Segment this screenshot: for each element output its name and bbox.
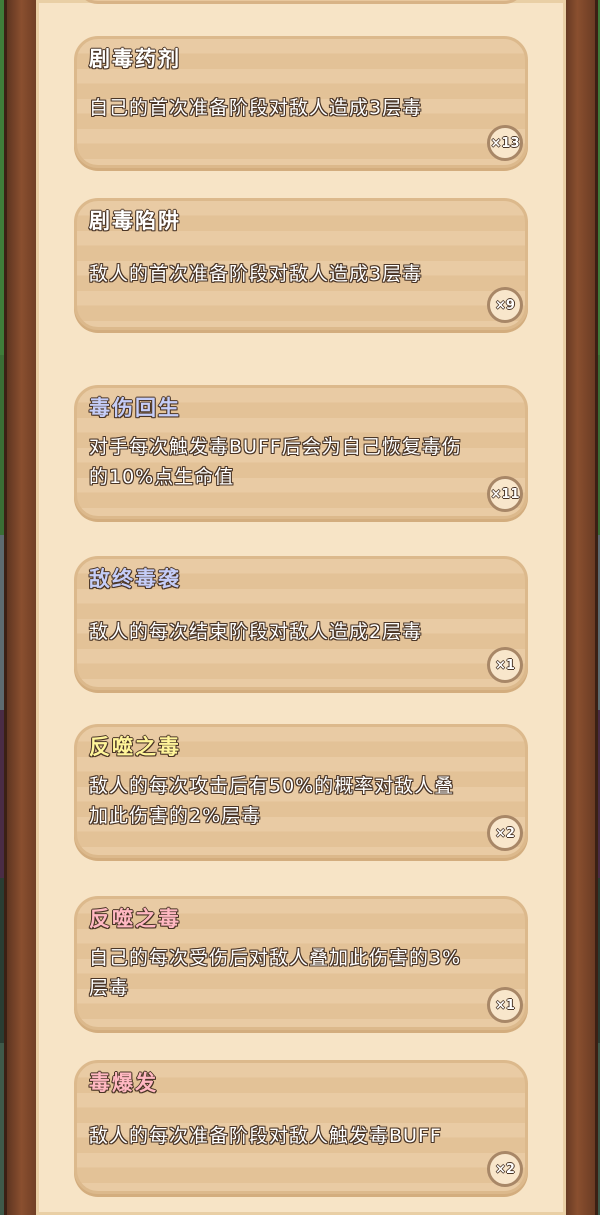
skill-card[interactable]: 反噬之毒 自己的每次受伤后对敌人叠加此伤害的3%层毒 ×1: [74, 896, 528, 1030]
card-description: 对手每次触发毒BUFF后会为自己恢复毒伤的10%点生命值: [89, 436, 462, 488]
card-description: 敌人的每次攻击后有50%的概率对敌人叠加此伤害的2%层毒: [89, 775, 455, 827]
card-title: 敌终毒袭: [89, 567, 181, 592]
card-title: 剧毒陷阱: [89, 209, 181, 234]
card-title: 毒爆发: [89, 1071, 158, 1096]
card-title: 反噬之毒: [89, 735, 181, 760]
count-badge: ×11: [487, 476, 523, 512]
card-title: 反噬之毒: [89, 907, 181, 932]
skill-card[interactable]: 毒爆发 敌人的每次准备阶段对敌人触发毒BUFF ×2: [74, 1060, 528, 1194]
count-badge: ×13: [487, 125, 523, 161]
skill-card[interactable]: 敌终毒袭 敌人的每次结束阶段对敌人造成2层毒 ×1: [74, 556, 528, 690]
card-title: 剧毒药剂: [89, 47, 181, 72]
card-description: 敌人的首次准备阶段对敌人造成3层毒: [89, 263, 423, 285]
card-description: 自己的首次准备阶段对敌人造成3层毒: [89, 97, 423, 119]
skill-card[interactable]: 毒伤回生 对手每次触发毒BUFF后会为自己恢复毒伤的10%点生命值 ×11: [74, 385, 528, 519]
skill-card[interactable]: 反噬之毒 敌人的每次攻击后有50%的概率对敌人叠加此伤害的2%层毒 ×2: [74, 724, 528, 858]
count-badge: ×9: [487, 287, 523, 323]
skill-card[interactable]: 剧毒陷阱 敌人的首次准备阶段对敌人造成3层毒 ×9: [74, 198, 528, 330]
card-description: 自己的每次受伤后对敌人叠加此伤害的3%层毒: [89, 947, 462, 999]
count-badge: ×2: [487, 815, 523, 851]
count-badge: ×1: [487, 647, 523, 683]
skill-card[interactable]: 剧毒药剂 自己的首次准备阶段对敌人造成3层毒 ×13: [74, 36, 528, 168]
card-partial: [76, 0, 526, 4]
count-badge: ×1: [487, 987, 523, 1023]
count-badge: ×2: [487, 1151, 523, 1187]
card-description: 敌人的每次结束阶段对敌人造成2层毒: [89, 621, 423, 643]
card-description: 敌人的每次准备阶段对敌人触发毒BUFF: [89, 1125, 442, 1147]
card-title: 毒伤回生: [89, 396, 181, 421]
